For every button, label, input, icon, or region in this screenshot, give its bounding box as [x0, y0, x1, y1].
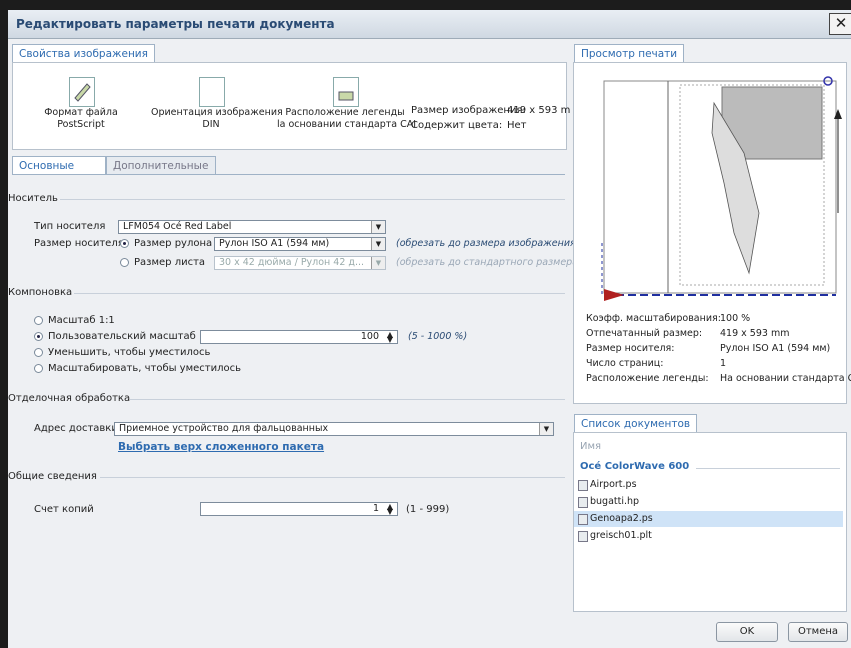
sheet-size-value: 30 x 42 дюйма / Рулон 42 д...	[219, 257, 365, 268]
info-label: Коэфф. масштабирования:	[586, 313, 721, 324]
custom-scale-radio[interactable]	[34, 332, 43, 341]
scale-to-fit-radio[interactable]	[34, 364, 43, 373]
copies-range: (1 - 999)	[406, 504, 450, 515]
window-title: Редактировать параметры печати документа	[16, 17, 335, 31]
general-divider	[100, 477, 565, 478]
info-value: На основании стандарта CAD	[720, 373, 851, 384]
info-label: Отпечатанный размер:	[586, 328, 703, 339]
finishing-divider	[130, 399, 565, 400]
file-format-label: Формат файла PostScript	[44, 107, 118, 130]
name-column-header[interactable]: Имя	[580, 441, 601, 452]
color-value: Нет	[507, 120, 527, 131]
copies-input[interactable]: 1 ▲ ▼	[200, 502, 398, 516]
info-value: 1	[720, 358, 727, 369]
layout-divider	[74, 293, 565, 294]
scale-to-fit-label: Масштабировать, чтобы уместилось	[48, 363, 242, 374]
general-section-header: Общие сведения	[8, 471, 97, 482]
cancel-button[interactable]: Отмена	[788, 622, 848, 642]
legend-label: Расположение легенды la основании стандар…	[277, 107, 417, 130]
info-value: 419 x 593 mm	[720, 328, 790, 339]
sheet-size-label: Размер листа	[134, 257, 206, 268]
media-type-select[interactable]: LFM054 Océ Red Label ▼	[118, 220, 386, 234]
sheet-size-select[interactable]: 30 x 42 дюйма / Рулон 42 д... ▼	[214, 256, 386, 270]
copies-value: 1	[372, 503, 379, 514]
document-icon	[578, 514, 588, 525]
page-orientation-icon	[199, 77, 225, 107]
tab-print-preview[interactable]: Просмотр печати	[574, 44, 685, 62]
document-item[interactable]: greisch01.plt	[574, 528, 843, 544]
media-size-label: Размер носителя	[34, 238, 124, 249]
print-preview-panel: Коэфф. масштабирования: 100 % Отпечатанн…	[573, 62, 851, 404]
media-type-label: Тип носителя	[34, 221, 106, 232]
media-divider	[60, 199, 565, 200]
document-icon	[578, 480, 588, 491]
delivery-select[interactable]: Приемное устройство для фальцованных ▼	[114, 422, 554, 436]
roll-size-label: Размер рулона	[134, 238, 213, 249]
image-size-value: 419 x 593 m	[507, 105, 571, 116]
sheet-size-radio[interactable]	[120, 258, 129, 267]
tab-main[interactable]: Основные	[12, 156, 106, 174]
chevron-down-icon: ▼	[371, 221, 385, 233]
chevron-down-icon: ▼	[371, 257, 385, 269]
media-type-value: LFM054 Océ Red Label	[123, 221, 232, 232]
copies-label: Счет копий	[34, 504, 94, 515]
delivery-value: Приемное устройство для фальцованных	[119, 423, 329, 434]
roll-size-select[interactable]: Рулон ISO A1 (594 мм) ▼	[214, 237, 386, 251]
chevron-down-icon: ▼	[371, 238, 385, 250]
info-value: 100 %	[720, 313, 751, 324]
roll-size-value: Рулон ISO A1 (594 мм)	[219, 238, 330, 249]
document-item-selected[interactable]: Genoapa2.ps	[574, 511, 843, 527]
info-label: Расположение легенды:	[586, 373, 709, 384]
shrink-to-fit-label: Уменьшить, чтобы уместилось	[48, 347, 211, 358]
ok-button[interactable]: OK	[716, 622, 778, 642]
preview-canvas	[601, 76, 842, 301]
color-label: Содержит цвета:	[411, 120, 503, 131]
scale-range-note: (5 - 1000 %)	[408, 331, 468, 342]
document-list-panel: Имя Océ ColorWave 600 Airport.ps bugatti…	[573, 432, 847, 612]
delivery-label: Адрес доставки	[34, 423, 118, 434]
info-value: Рулон ISO A1 (594 мм)	[720, 343, 831, 354]
scale-value: 100	[360, 331, 379, 342]
document-item[interactable]: Airport.ps	[574, 477, 843, 493]
image-properties-panel: Формат файла PostScript Ориентация изобра…	[12, 62, 571, 150]
tab-document-list[interactable]: Список документов	[574, 414, 698, 432]
select-top-of-folded-link[interactable]: Выбрать верх сложенного пакета	[118, 441, 324, 453]
settings-tab-strip	[12, 174, 565, 175]
document-icon	[578, 497, 588, 508]
info-label: Число страниц:	[586, 358, 664, 369]
group-divider	[696, 468, 840, 469]
document-icon	[578, 531, 588, 542]
document-item[interactable]: bugatti.hp	[574, 494, 843, 510]
roll-size-radio[interactable]	[120, 239, 129, 248]
postscript-file-icon	[69, 77, 95, 107]
finishing-section-header: Отделочная обработка	[8, 393, 131, 404]
media-section-header: Носитель	[8, 193, 58, 204]
scale-1-1-label: Масштаб 1:1	[48, 315, 115, 326]
layout-section-header: Компоновка	[8, 287, 73, 298]
scale-spinner[interactable]: ▲ ▼	[384, 331, 396, 344]
tab-advanced[interactable]: Дополнительные	[106, 156, 216, 174]
printer-group-label: Océ ColorWave 600	[580, 461, 690, 472]
roll-size-note: (обрезать до размера изображения)	[396, 238, 580, 249]
tab-image-properties[interactable]: Свойства изображения	[12, 44, 155, 62]
close-button[interactable]: ✕	[829, 13, 851, 35]
shrink-to-fit-radio[interactable]	[34, 348, 43, 357]
chevron-down-icon: ▼	[539, 423, 553, 435]
legend-position-icon	[333, 77, 359, 107]
custom-scale-label: Пользовательский масштаб	[48, 331, 196, 342]
info-label: Размер носителя:	[586, 343, 675, 354]
sheet-size-note: (обрезать до стандартного размера)	[396, 257, 582, 268]
scale-input[interactable]: 100 ▲ ▼	[200, 330, 398, 344]
scale-1-1-radio[interactable]	[34, 316, 43, 325]
print-settings-window: Редактировать параметры печати документа…	[8, 10, 851, 648]
orientation-label: Ориентация изображения DIN	[151, 107, 283, 130]
title-bar: Редактировать параметры печати документа…	[8, 10, 851, 39]
copies-spinner[interactable]: ▲ ▼	[384, 503, 396, 516]
